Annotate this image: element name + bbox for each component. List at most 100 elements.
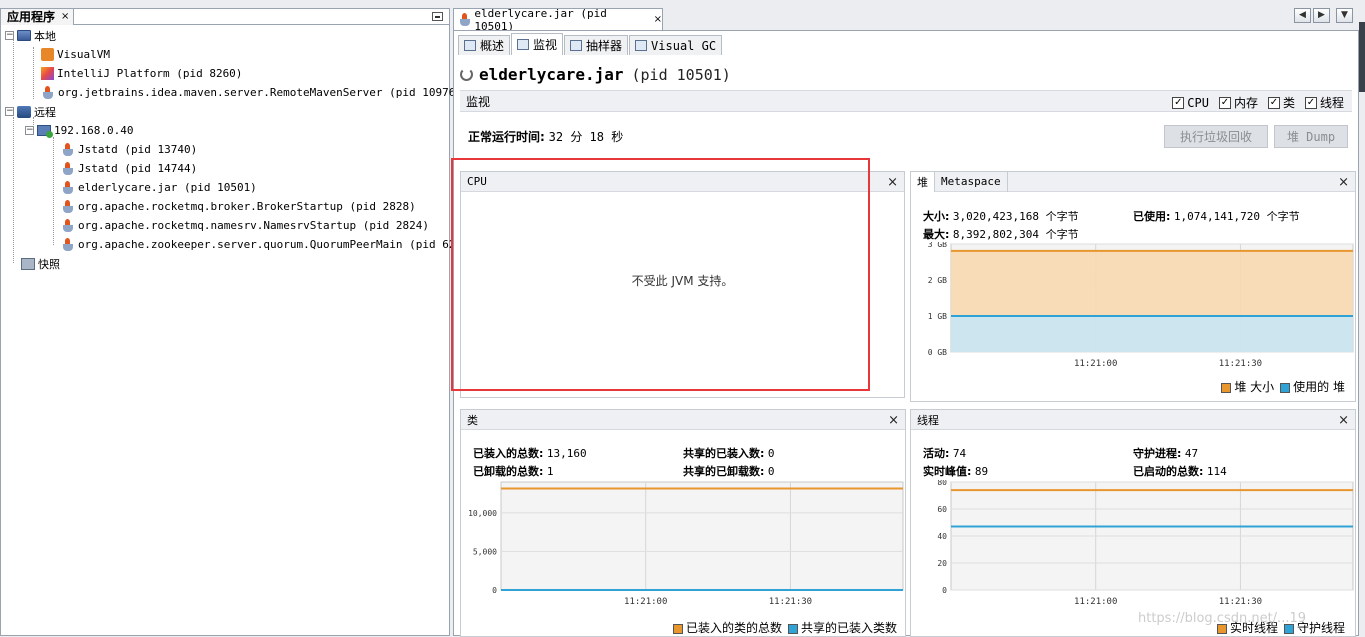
close-icon[interactable]: × — [654, 14, 662, 25]
tree-node-snapshots[interactable]: 快照 — [21, 254, 60, 273]
snapshot-icon — [21, 257, 35, 270]
tab-monitor[interactable]: 监视 — [511, 33, 564, 55]
host-icon — [37, 125, 53, 138]
loaded-classes-stat: 已装入的总数: 13,160 — [473, 445, 587, 461]
tab-visual-gc[interactable]: Visual GC — [629, 35, 723, 55]
tree-node-zookeeper[interactable]: org.apache.zookeeper.server.quorum.Quoru… — [61, 235, 475, 254]
heap-chart: 11:21:00 11:21:30 0 GB 1 GB 2 GB 3 GB — [928, 242, 1354, 369]
tree-node-remote[interactable]: − 远程 — [5, 102, 56, 121]
checkbox-label: CPU — [1187, 95, 1209, 110]
applications-tab[interactable]: 应用程序 × — [1, 8, 75, 25]
scroll-right-icon[interactable]: ▶ — [1313, 8, 1330, 23]
close-icon[interactable]: × — [61, 11, 69, 22]
heap-panel-header: 堆 Metaspace × — [911, 171, 1355, 192]
close-icon[interactable]: × — [1338, 413, 1349, 428]
tree-node-label: elderlycare.jar (pid 10501) — [78, 181, 257, 194]
tree-node-elderlycare[interactable]: elderlycare.jar (pid 10501) — [61, 178, 257, 197]
checkbox-label: 内存 — [1233, 96, 1258, 110]
legend-label: 使用的 堆 — [1293, 380, 1345, 394]
daemon-threads-stat: 守护进程: 47 — [1133, 445, 1198, 461]
close-icon[interactable]: × — [1338, 175, 1349, 190]
stat-value: 13,160 — [546, 447, 587, 460]
remote-hosts-icon — [17, 105, 31, 118]
perform-gc-button[interactable]: 执行垃圾回收 — [1164, 125, 1268, 148]
tree-node-maven[interactable]: org.jetbrains.idea.maven.server.RemoteMa… — [41, 83, 462, 102]
tab-metaspace[interactable]: Metaspace — [935, 171, 1008, 192]
tree-node-intellij[interactable]: IntelliJ Platform (pid 8260) — [41, 64, 242, 83]
applications-panel-header: 应用程序 × — [1, 8, 449, 25]
collapse-icon[interactable]: − — [5, 31, 14, 40]
memory-checkbox[interactable]: ✓ 内存 — [1218, 94, 1258, 111]
tab-label: 概述 — [480, 39, 505, 53]
monitor-icon — [517, 39, 530, 50]
stat-label: 实时峰值: — [923, 465, 972, 478]
legend-swatch — [1221, 382, 1232, 393]
visual-gc-icon — [635, 40, 648, 51]
tree-node-label: org.apache.rocketmq.namesrv.NamesrvStart… — [78, 219, 429, 232]
java-icon — [61, 142, 75, 157]
stat-value: 1,074,141,720 个字节 — [1173, 210, 1300, 223]
scrollbar-strip[interactable] — [1359, 22, 1365, 92]
view-tabs: 概述 监视 抽样器 Visual GC — [458, 33, 723, 55]
uptime: 正常运行时间: 32 分 18 秒 — [468, 128, 623, 145]
collapse-icon[interactable]: − — [25, 126, 34, 135]
tree-node-host[interactable]: − 192.168.0.40 — [25, 121, 133, 140]
overview-icon — [464, 40, 476, 51]
y-tick-label: 2 GB — [928, 276, 947, 285]
stat-value: 47 — [1184, 447, 1199, 460]
y-tick-label: 20 — [937, 559, 947, 568]
heap-dump-button[interactable]: 堆 Dump — [1274, 125, 1348, 148]
tree-node-label: VisualVM — [57, 48, 110, 61]
monitor-label: 监视 — [466, 94, 491, 109]
y-tick-label: 0 — [942, 586, 947, 595]
threads-checkbox[interactable]: ✓ 线程 — [1304, 94, 1344, 111]
heap-max-stat: 最大: 8,392,802,304 个字节 — [923, 226, 1079, 242]
browser-toolbar-fragment — [1150, 0, 1365, 8]
stat-label: 已卸载的总数: — [473, 465, 544, 478]
checkbox-label: 线程 — [1319, 96, 1344, 110]
tree-node-broker[interactable]: org.apache.rocketmq.broker.BrokerStartup… — [61, 197, 416, 216]
java-icon — [61, 180, 75, 195]
y-tick-label: 1 GB — [928, 312, 947, 321]
tree-node-namesrv[interactable]: org.apache.rocketmq.namesrv.NamesrvStart… — [61, 216, 429, 235]
java-icon — [458, 12, 471, 27]
loading-spinner-icon — [460, 68, 473, 81]
check-icon: ✓ — [1267, 96, 1280, 109]
classes-checkbox[interactable]: ✓ 类 — [1267, 94, 1295, 111]
tab-list-icon[interactable]: ▼ — [1336, 8, 1353, 23]
peak-threads-stat: 实时峰值: 89 — [923, 463, 988, 479]
tab-sampler[interactable]: 抽样器 — [564, 35, 629, 55]
check-icon: ✓ — [1218, 96, 1231, 109]
x-tick-label: 11:21:00 — [1074, 359, 1117, 369]
applications-panel: 应用程序 × − 本地 VisualVM IntelliJ Platform (… — [0, 8, 475, 636]
java-icon — [61, 218, 75, 233]
tree-node-local[interactable]: − 本地 — [5, 26, 56, 45]
doc-tab-elderlycare[interactable]: elderlycare.jar (pid 10501) × — [453, 6, 663, 33]
tab-overview[interactable]: 概述 — [458, 35, 511, 55]
y-tick-label: 0 GB — [928, 348, 947, 357]
collapse-icon[interactable]: − — [5, 107, 14, 116]
page-title: elderlycare.jar (pid 10501) — [460, 65, 731, 84]
threads-chart: 11:21:00 11:21:30 0 20 40 60 80 — [937, 480, 1354, 607]
shared-loaded-stat: 共享的已装入数: 0 — [683, 445, 775, 461]
tab-heap[interactable]: 堆 — [911, 171, 935, 192]
stat-value: 0 — [767, 465, 775, 478]
y-tick-label: 5,000 — [473, 547, 497, 556]
close-icon[interactable]: × — [887, 175, 898, 190]
tree-guide — [33, 47, 34, 99]
scroll-left-icon[interactable]: ◀ — [1294, 8, 1311, 23]
close-icon[interactable]: × — [888, 413, 899, 428]
y-tick-label: 3 GB — [928, 242, 947, 249]
classes-panel-header: 类 × — [461, 410, 905, 430]
tree-node-visualvm[interactable]: VisualVM — [41, 45, 110, 64]
tree-node-jstatd-2[interactable]: Jstatd (pid 14744) — [61, 159, 197, 178]
doc-tab-label: elderlycare.jar (pid 10501) — [474, 6, 607, 33]
stat-value: 0 — [767, 447, 775, 460]
cpu-checkbox[interactable]: ✓ CPU — [1172, 94, 1209, 111]
minimize-icon[interactable] — [432, 12, 443, 21]
tree-node-jstatd-1[interactable]: Jstatd (pid 13740) — [61, 140, 197, 159]
classes-panel: 类 × 已装入的总数: 13,160 共享的已装入数: 0 已卸载的总数: 1 … — [460, 409, 906, 637]
x-tick-label: 11:21:30 — [769, 597, 812, 607]
x-tick-label: 11:21:30 — [1219, 359, 1262, 369]
legend-heap-used: 使用的 堆 — [1280, 378, 1345, 395]
